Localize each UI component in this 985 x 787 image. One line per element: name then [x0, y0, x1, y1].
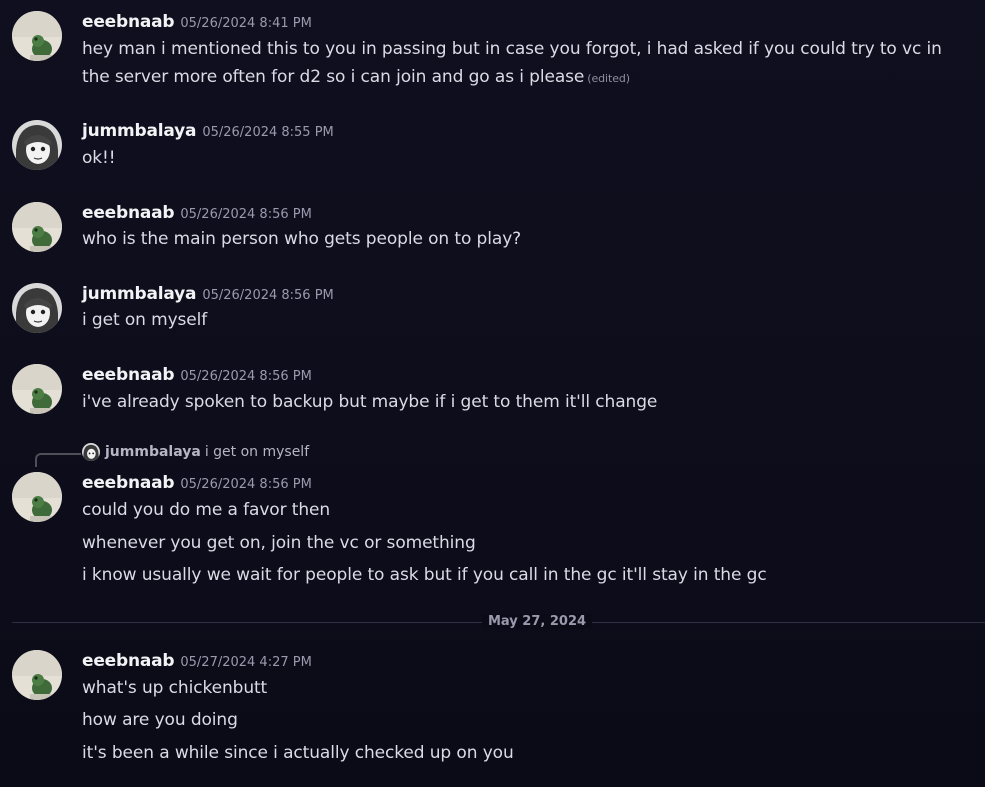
message-text: whenever you get on, join the vc or some… [82, 533, 476, 553]
frog-avatar[interactable] [12, 11, 62, 61]
timestamp: 05/26/2024 8:55 PM [202, 125, 334, 140]
message-text: what's up chickenbutt [82, 678, 268, 698]
date-divider-label: May 27, 2024 [482, 614, 593, 629]
message-text: could you do me a favor then [82, 500, 331, 520]
timestamp: 05/26/2024 8:56 PM [180, 207, 312, 222]
username[interactable]: eeebnaab [82, 473, 175, 493]
message-text: how are you doing [82, 710, 238, 730]
edited-label: (edited) [587, 72, 630, 85]
reply-text: i get on myself [204, 444, 310, 460]
chat-log: eeebnaab 05/26/2024 8:41 PM hey man i men… [0, 0, 985, 787]
reply-avatar [82, 443, 100, 461]
message-text: who is the main person who gets people o… [82, 229, 522, 249]
timestamp: 05/26/2024 8:56 PM [202, 288, 334, 303]
reply-spine [35, 453, 81, 467]
frog-avatar[interactable] [12, 364, 62, 414]
manga-avatar[interactable] [12, 120, 62, 170]
username[interactable]: eeebnaab [82, 651, 175, 671]
username[interactable]: eeebnaab [82, 365, 175, 385]
username[interactable]: eeebnaab [82, 203, 175, 223]
message-text: i know usually we wait for people to ask… [82, 565, 767, 585]
timestamp: 05/26/2024 8:41 PM [180, 16, 312, 31]
timestamp: 05/26/2024 8:56 PM [180, 477, 312, 492]
message-text: hey man i mentioned this to you in passi… [82, 35, 972, 93]
message-text: i've already spoken to backup but maybe … [82, 392, 658, 412]
message-content: hey man i mentioned this to you in passi… [82, 39, 942, 87]
message-text: i get on myself [82, 310, 208, 330]
username[interactable]: jummbalaya [82, 121, 197, 141]
message-text: ok!! [82, 148, 116, 168]
timestamp: 05/26/2024 8:56 PM [180, 369, 312, 384]
message-text: it's been a while since i actually check… [82, 743, 514, 763]
frog-avatar[interactable] [12, 650, 62, 700]
manga-avatar[interactable] [12, 283, 62, 333]
username[interactable]: eeebnaab [82, 12, 175, 32]
reply-preview[interactable]: jummbalaya i get on myself [82, 443, 309, 463]
frog-avatar[interactable] [12, 472, 62, 522]
reply-username[interactable]: jummbalaya [105, 444, 201, 460]
frog-avatar[interactable] [12, 202, 62, 252]
username[interactable]: jummbalaya [82, 284, 197, 304]
timestamp: 05/27/2024 4:27 PM [180, 655, 312, 670]
